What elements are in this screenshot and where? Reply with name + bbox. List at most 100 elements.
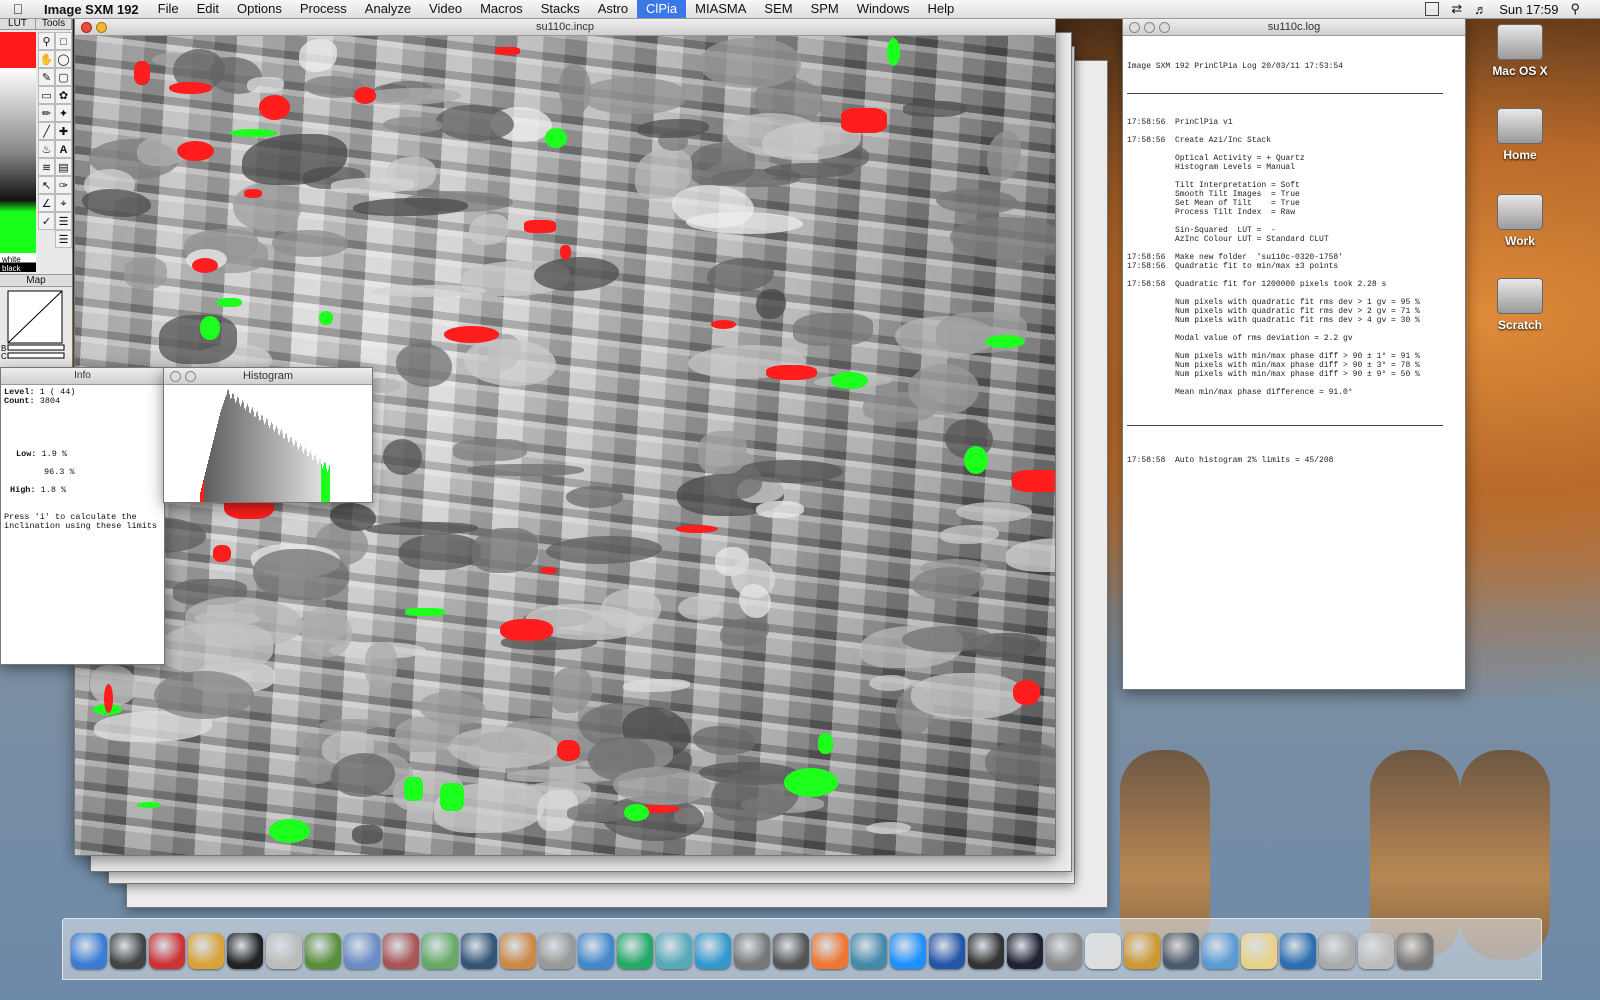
spray-tool-icon[interactable]: ≋ [38, 158, 55, 176]
close-button[interactable] [1129, 22, 1140, 33]
safari-icon[interactable] [890, 933, 926, 969]
spotlight-icon[interactable]: ⚲ [1570, 1, 1580, 17]
itunes-icon[interactable] [656, 933, 692, 969]
mail-icon[interactable] [1202, 933, 1238, 969]
script-icon[interactable] [383, 933, 419, 969]
desktop-icon-home[interactable]: Home [1480, 108, 1560, 162]
log-text[interactable]: Image SXM 192 PrinClPia Log 20/03/11 17:… [1123, 36, 1465, 689]
pencil-icon[interactable] [1085, 933, 1121, 969]
stretch-tool-icon[interactable]: ↖ [38, 176, 55, 194]
imovie-icon[interactable] [578, 933, 614, 969]
preview-icon[interactable] [344, 933, 380, 969]
menu-item-file[interactable]: File [149, 0, 188, 18]
desktop-icon-macosx[interactable]: Mac OS X [1480, 24, 1560, 78]
menu-item-stacks[interactable]: Stacks [532, 0, 589, 18]
menu-item-astro[interactable]: Astro [589, 0, 637, 18]
textedit-icon[interactable] [188, 933, 224, 969]
grapher-icon[interactable] [695, 933, 731, 969]
fontbook-icon[interactable] [1241, 933, 1277, 969]
desktop-icon-scratch[interactable]: Scratch [1480, 278, 1560, 332]
utility-icon[interactable] [1124, 933, 1160, 969]
menu-item-help[interactable]: Help [919, 0, 964, 18]
thunderbird-icon[interactable] [929, 933, 965, 969]
tools-tab[interactable]: Tools [36, 18, 72, 30]
map-curve-graph[interactable]: B C [0, 287, 72, 365]
brush-tool-icon[interactable]: ✏ [38, 104, 55, 122]
info-window-titlebar[interactable]: Info [1, 368, 164, 385]
apple-menu-icon[interactable]:  [6, 1, 30, 17]
menu-item-video[interactable]: Video [420, 0, 471, 18]
minimize-button[interactable] [185, 371, 196, 382]
camera-icon[interactable] [773, 933, 809, 969]
scanner-icon[interactable] [539, 933, 575, 969]
preferences-icon[interactable] [1046, 933, 1082, 969]
line-tool-icon[interactable]: ╱ [38, 122, 55, 140]
night-icon[interactable] [1007, 933, 1043, 969]
menu-item-edit[interactable]: Edit [188, 0, 228, 18]
menu-item-analyze[interactable]: Analyze [356, 0, 420, 18]
pictures-icon[interactable] [851, 933, 887, 969]
xcode-icon[interactable] [1280, 933, 1316, 969]
menu-item-clpia[interactable]: ClPia [637, 0, 687, 18]
histogram-window-titlebar[interactable]: Histogram [164, 368, 372, 385]
sync-icon[interactable]: ⇄ [1451, 1, 1462, 17]
log-window[interactable]: su110c.log Image SXM 192 PrinClPia Log 2… [1122, 18, 1466, 690]
menu-item-options[interactable]: Options [228, 0, 291, 18]
image-window-titlebar[interactable]: su110c.incp [75, 19, 1055, 36]
oval-select-tool-icon[interactable]: ◯ [55, 50, 72, 68]
menu-item-sem[interactable]: SEM [755, 0, 801, 18]
minimize-button[interactable] [96, 22, 107, 33]
roundrect-tool-icon[interactable]: ▢ [55, 68, 72, 86]
automator-icon[interactable] [422, 933, 458, 969]
doc-tool-icon[interactable]: ▤ [55, 158, 72, 176]
info-window[interactable]: Info Level: 1 ( 44) Count: 3804 Low: 1.9… [0, 367, 165, 665]
text-tool-icon[interactable]: A [55, 140, 72, 158]
space-icon[interactable] [968, 933, 1004, 969]
wand-tool-icon[interactable]: ✦ [55, 104, 72, 122]
menu-item-miasma[interactable]: MIASMA [686, 0, 755, 18]
close-button[interactable] [81, 22, 92, 33]
check-tool-icon[interactable]: ✓ [38, 212, 55, 230]
menu-item-windows[interactable]: Windows [848, 0, 919, 18]
pen-icon[interactable] [734, 933, 770, 969]
eraser-tool-icon[interactable]: ▭ [38, 86, 55, 104]
dashboard-icon[interactable] [110, 933, 146, 969]
histogram-plot[interactable] [164, 385, 372, 502]
clock[interactable]: Sun 17:59 [1499, 2, 1558, 17]
lasso-tool-icon[interactable]: ✿ [55, 86, 72, 104]
menu-item-macros[interactable]: Macros [471, 0, 532, 18]
finder-icon[interactable] [71, 933, 107, 969]
pencil-tool-icon[interactable]: ✎ [38, 68, 55, 86]
scanner2-icon[interactable] [1319, 933, 1355, 969]
fill-tool-icon[interactable]: ♨ [38, 140, 55, 158]
point-tool-icon[interactable]: ⌖ [55, 194, 72, 212]
calculator-icon[interactable] [266, 933, 302, 969]
crosshair-tool-icon[interactable]: ✚ [55, 122, 72, 140]
picker-tool-icon[interactable]: ✑ [55, 176, 72, 194]
blackberry-icon[interactable] [227, 933, 263, 969]
trash-icon[interactable] [1397, 933, 1433, 969]
lut-colorbar[interactable]: white black [0, 32, 36, 273]
line-width-icon[interactable]: ☰ [55, 212, 72, 230]
network-icon[interactable] [461, 933, 497, 969]
line-width-thick-icon[interactable]: ☰ [55, 230, 72, 248]
hand-tool-icon[interactable]: ✋ [38, 50, 55, 68]
zoom-button[interactable] [1159, 22, 1170, 33]
volume-icon[interactable]: ♬ [1474, 2, 1487, 17]
angle-tool-icon[interactable]: ∠ [38, 194, 55, 212]
desktop-icon-work[interactable]: Work [1480, 194, 1560, 248]
iphoto-icon[interactable] [617, 933, 653, 969]
photos-icon[interactable] [500, 933, 536, 969]
log-window-titlebar[interactable]: su110c.log [1123, 19, 1465, 36]
app-name-menu[interactable]: Image SXM 192 [44, 2, 139, 17]
close-button[interactable] [170, 371, 181, 382]
menu-item-process[interactable]: Process [291, 0, 356, 18]
histogram-window[interactable]: Histogram [163, 367, 373, 503]
rect-select-tool-icon[interactable]: □ [55, 32, 72, 50]
lut-tab[interactable]: LUT [0, 18, 36, 30]
acrobat-icon[interactable] [149, 933, 185, 969]
scanner3-icon[interactable] [1358, 933, 1394, 969]
magnifier-tool-icon[interactable]: ⚲ [38, 32, 55, 50]
display-icon[interactable] [1425, 2, 1440, 16]
powerpoint-icon[interactable] [812, 933, 848, 969]
